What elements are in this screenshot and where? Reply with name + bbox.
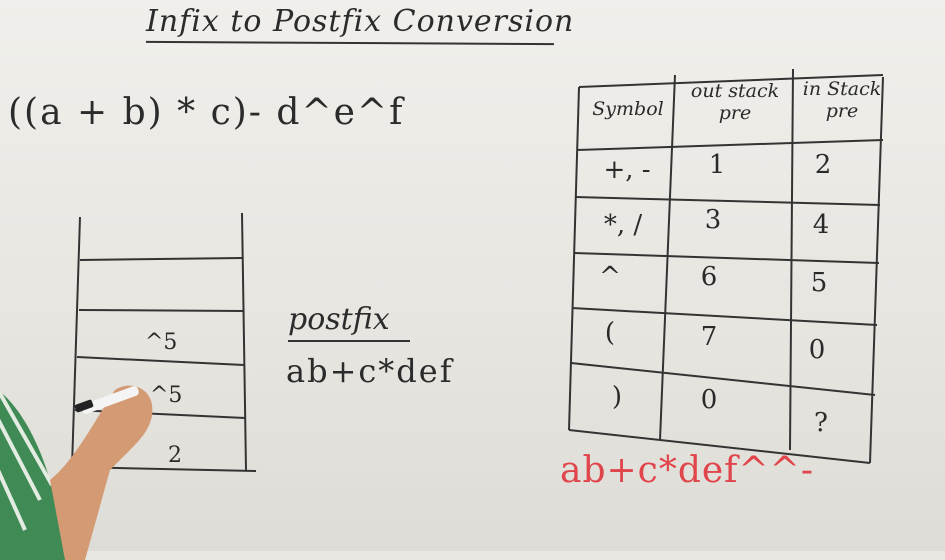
table-header-out-stack: out stack pre [690, 80, 780, 124]
final-postfix-output: ab+c*def^^- [560, 450, 814, 491]
table-cell-out: 7 [700, 322, 718, 352]
stack-entry: ^5 [145, 330, 178, 355]
stack-divider [79, 257, 243, 261]
title-underline [145, 40, 555, 46]
table-cell-symbol: ( [604, 318, 616, 348]
title: Infix to Postfix Conversion [146, 4, 575, 39]
table-cell-symbol: +, - [603, 155, 651, 185]
table-cell-in: 0 [808, 335, 826, 365]
table-cell-out: 6 [700, 262, 718, 292]
postfix-underline [288, 340, 410, 342]
hand [50, 385, 153, 560]
table-cell-in: 4 [812, 210, 830, 240]
postfix-label: postfix [288, 302, 390, 337]
table-cell-in: 5 [810, 268, 828, 298]
table-cell-out: 0 [700, 385, 718, 415]
infix-expression: ((a + b) * c)- d^e^f [8, 92, 405, 133]
table-header-symbol: Symbol [592, 98, 664, 120]
stack-right-wall [241, 212, 247, 471]
table-row-divider [574, 196, 881, 206]
whiteboard: Infix to Postfix Conversion ((a + b) * c… [0, 0, 945, 560]
table-cell-in: 2 [814, 150, 832, 180]
table-cell-symbol: ) [611, 382, 623, 412]
table-cell-symbol: *, / [603, 210, 643, 240]
stack-divider [78, 309, 244, 312]
table-right-border [869, 76, 884, 464]
table-cell-out: 3 [704, 205, 722, 235]
postfix-value: ab+c*def [286, 352, 454, 390]
presenter-arm [0, 385, 153, 560]
table-header-in-stack: in Stack pre [802, 78, 882, 122]
table-row-divider [576, 139, 884, 151]
table-cell-symbol: ^ [599, 262, 621, 292]
table-cell-in: ? [814, 408, 828, 438]
table-cell-out: 1 [708, 150, 726, 180]
table-left-border [568, 86, 580, 431]
